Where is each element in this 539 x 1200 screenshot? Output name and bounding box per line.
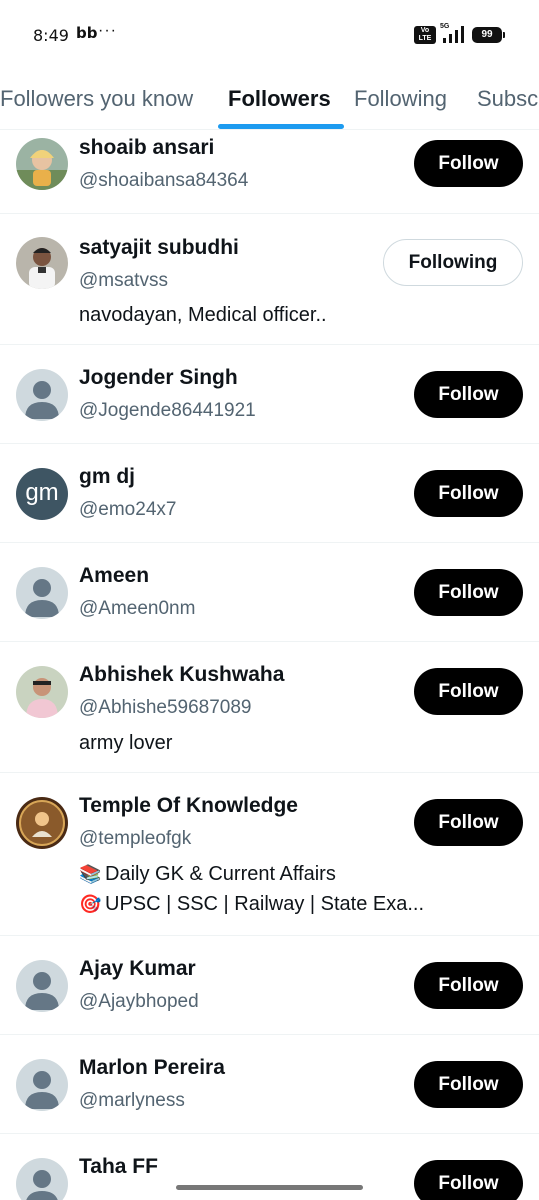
avatar[interactable]: gm <box>16 468 68 520</box>
active-tab-indicator <box>218 124 344 129</box>
user-name: Marlon Pereira <box>79 1056 225 1079</box>
follow-button[interactable]: Follow <box>414 569 523 616</box>
user-handle: @emo24x7 <box>79 499 177 520</box>
avatar[interactable] <box>16 237 68 289</box>
followers-list: shoaib ansari @shoaibansa84364 Follow sa… <box>0 130 539 1200</box>
tab-followers-you-know[interactable]: Followers you know <box>0 86 193 112</box>
user-handle: @marlyness <box>79 1090 185 1111</box>
avatar-initials: gm <box>25 479 59 506</box>
home-indicator[interactable] <box>176 1185 363 1190</box>
user-handle: @shoaibansa84364 <box>79 170 249 191</box>
status-more-icon: ··· <box>98 22 117 39</box>
tab-followers[interactable]: Followers <box>228 86 331 112</box>
default-avatar-icon[interactable] <box>16 369 68 421</box>
avatar[interactable] <box>16 666 68 718</box>
status-app-icon: bb <box>76 24 98 42</box>
avatar[interactable] <box>16 797 68 849</box>
status-time: 8:49 <box>33 26 69 45</box>
user-bio: 🎯 UPSC | SSC | Railway | State Exa... <box>79 889 424 919</box>
follow-button[interactable]: Follow <box>414 668 523 715</box>
status-bar: 8:49 bb ··· Vo LTE 5G 99 <box>0 0 539 70</box>
follow-button[interactable]: Follow <box>414 962 523 1009</box>
user-name: Jogender Singh <box>79 366 238 389</box>
user-name: Ajay Kumar <box>79 957 196 980</box>
tab-following[interactable]: Following <box>354 86 447 112</box>
follow-button[interactable]: Follow <box>414 1061 523 1108</box>
user-row[interactable]: Taha FF Follow <box>0 1134 539 1200</box>
user-row[interactable]: Temple Of Knowledge @templeofgk 📚 Daily G… <box>0 773 539 936</box>
user-name: Taha FF <box>79 1155 158 1178</box>
user-bio: 📚 Daily GK & Current Affairs <box>79 859 336 889</box>
user-row[interactable]: Abhishek Kushwaha @Abhishe59687089 army … <box>0 642 539 773</box>
follow-button[interactable]: Follow <box>414 470 523 517</box>
user-row[interactable]: Ameen @Ameen0nm Follow <box>0 543 539 642</box>
user-row[interactable]: gm gm dj @emo24x7 Follow <box>0 444 539 543</box>
user-row[interactable]: satyajit subudhi @msatvss navodayan, Med… <box>0 214 539 345</box>
default-avatar-icon[interactable] <box>16 1158 68 1200</box>
signal-icon <box>443 26 464 43</box>
user-name: satyajit subudhi <box>79 236 239 259</box>
user-handle: @Jogende86441921 <box>79 400 256 421</box>
user-handle: @Abhishe59687089 <box>79 697 252 718</box>
user-row[interactable]: shoaib ansari @shoaibansa84364 Follow <box>0 130 539 214</box>
target-icon: 🎯 <box>79 894 102 914</box>
user-row[interactable]: Ajay Kumar @Ajaybhoped Follow <box>0 936 539 1035</box>
user-handle: @Ameen0nm <box>79 598 196 619</box>
volte-icon: Vo LTE <box>414 26 436 44</box>
user-name: Ameen <box>79 564 150 587</box>
user-name: shoaib ansari <box>79 136 215 159</box>
tab-subscriptions[interactable]: Subscriptions <box>477 86 539 112</box>
battery-icon: 99 <box>472 27 505 43</box>
user-row[interactable]: Jogender Singh @Jogende86441921 Follow <box>0 345 539 444</box>
user-handle: @templeofgk <box>79 828 192 849</box>
user-name: Abhishek Kushwaha <box>79 663 285 686</box>
user-bio: navodayan, Medical officer.. <box>79 304 327 326</box>
user-name: Temple Of Knowledge <box>79 794 298 817</box>
user-handle: @msatvss <box>79 270 168 291</box>
follow-button[interactable]: Follow <box>414 799 523 846</box>
tab-bar: Followers you know Followers Following S… <box>0 70 539 130</box>
follow-button[interactable]: Follow <box>414 371 523 418</box>
default-avatar-icon[interactable] <box>16 567 68 619</box>
user-row[interactable]: Marlon Pereira @marlyness Follow <box>0 1035 539 1134</box>
user-name: gm dj <box>79 465 135 488</box>
user-bio: army lover <box>79 732 173 754</box>
user-handle: @Ajaybhoped <box>79 991 199 1012</box>
books-icon: 📚 <box>79 864 102 884</box>
follow-button[interactable]: Follow <box>414 140 523 187</box>
avatar[interactable] <box>16 138 68 190</box>
default-avatar-icon[interactable] <box>16 1059 68 1111</box>
follow-button[interactable]: Follow <box>414 1160 523 1200</box>
default-avatar-icon[interactable] <box>16 960 68 1012</box>
following-button[interactable]: Following <box>383 239 523 286</box>
